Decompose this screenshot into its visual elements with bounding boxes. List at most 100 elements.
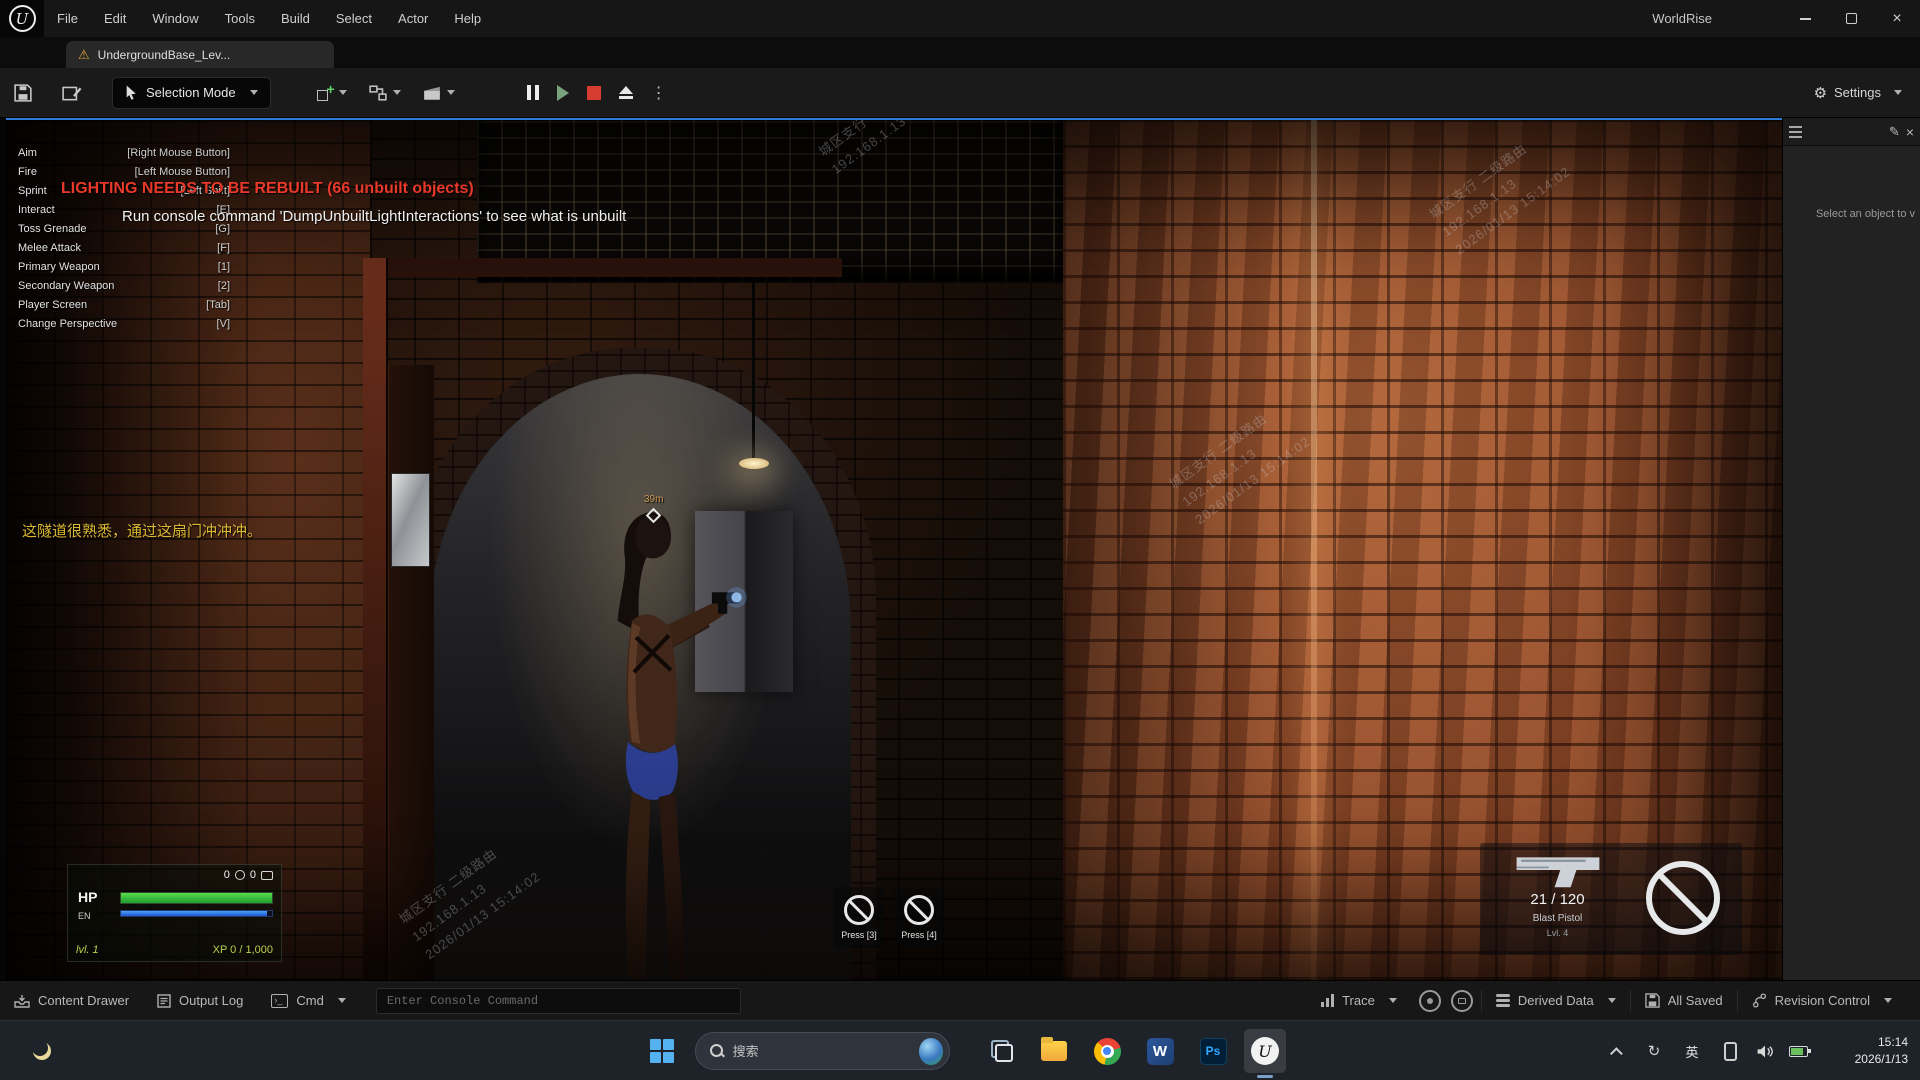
start-button[interactable] xyxy=(648,1037,676,1065)
currency-row: 0 0 xyxy=(224,869,273,881)
taskbar-clock[interactable]: 15:14 2026/1/13 xyxy=(1855,1034,1908,1068)
play-options-button[interactable]: ⋮ xyxy=(651,83,667,103)
tab-underground-base-level[interactable]: ⚠ UndergroundBase_Lev... xyxy=(66,41,334,68)
cinematics-button[interactable] xyxy=(423,85,455,101)
widgets-button[interactable] xyxy=(28,1037,56,1065)
hp-fill xyxy=(121,893,272,903)
slot-3-label: Press [3] xyxy=(841,930,877,940)
insights-buttons xyxy=(1411,981,1481,1020)
play-button[interactable] xyxy=(557,85,569,101)
en-bar xyxy=(120,910,273,917)
slot-4-label: Press [4] xyxy=(901,930,937,940)
clock-date: 2026/1/13 xyxy=(1855,1051,1908,1068)
menu-edit[interactable]: Edit xyxy=(91,0,139,37)
cmd-label: Cmd xyxy=(296,993,323,1008)
blueprints-icon xyxy=(369,85,387,101)
gear-icon: ⚙ xyxy=(1814,84,1827,102)
phone-link-button[interactable] xyxy=(1716,1037,1744,1065)
derived-data-dropdown[interactable]: Derived Data xyxy=(1482,981,1630,1020)
settings-label: Settings xyxy=(1834,85,1881,100)
insights-icon[interactable] xyxy=(1419,990,1441,1012)
output-log-button[interactable]: Output Log xyxy=(143,981,257,1020)
word-icon: W xyxy=(1147,1038,1174,1065)
pause-button[interactable] xyxy=(527,85,539,100)
console-command-input[interactable] xyxy=(376,988,741,1014)
tray-overflow-button[interactable] xyxy=(1604,1037,1632,1065)
menu-build[interactable]: Build xyxy=(268,0,323,37)
chevron-down-icon xyxy=(393,90,401,95)
taskbar-search[interactable] xyxy=(695,1032,950,1070)
tab-label: UndergroundBase_Lev... xyxy=(98,48,231,62)
stop-button[interactable] xyxy=(587,86,601,100)
maximize-button[interactable] xyxy=(1828,0,1874,37)
trace-dropdown[interactable]: Trace xyxy=(1307,981,1411,1020)
add-actor-button[interactable]: + xyxy=(317,85,347,101)
chrome-button[interactable] xyxy=(1093,1037,1121,1065)
asset-tab-bar: ⚠ UndergroundBase_Lev... xyxy=(0,37,1920,68)
window-title: WorldRise xyxy=(1652,11,1712,26)
panel-menu-icon[interactable] xyxy=(1789,126,1802,138)
keybind-row: Player Screen[Tab] xyxy=(18,299,230,311)
unreal-logo[interactable]: U xyxy=(0,0,44,37)
settings-dropdown[interactable]: ⚙ Settings xyxy=(1814,84,1902,102)
eject-icon xyxy=(619,86,633,99)
keybind-row: Fire[Left Mouse Button] xyxy=(18,166,230,178)
objective-text: 这隧道很熟悉，通过这扇门冲冲冲。 xyxy=(22,520,262,541)
menu-file[interactable]: File xyxy=(44,0,91,37)
chevron-down-icon xyxy=(1389,998,1397,1003)
cmd-dropdown[interactable]: ›_ Cmd xyxy=(257,981,359,1020)
revision-control-icon xyxy=(1752,993,1767,1008)
minimize-button[interactable] xyxy=(1782,0,1828,37)
task-view-button[interactable] xyxy=(988,1037,1016,1065)
menu-bar: U File Edit Window Tools Build Select Ac… xyxy=(0,0,1920,37)
pistol-icon xyxy=(1512,849,1604,891)
search-input[interactable] xyxy=(733,1044,909,1059)
menu-help[interactable]: Help xyxy=(441,0,494,37)
sync-tray-button[interactable]: ↻ xyxy=(1640,1037,1668,1065)
language-indicator[interactable]: 英 xyxy=(1678,1037,1706,1065)
weather-widget-icon xyxy=(31,1040,53,1062)
revision-control-dropdown[interactable]: Revision Control xyxy=(1738,981,1906,1020)
hp-bar xyxy=(120,892,273,904)
weapon-panel: 21 / 120 Blast Pistol Lvl. 4 xyxy=(1480,843,1742,955)
search-highlight-icon xyxy=(919,1038,943,1065)
menu-tools[interactable]: Tools xyxy=(212,0,268,37)
all-saved-button[interactable]: All Saved xyxy=(1631,981,1737,1020)
chevron-down-icon xyxy=(1608,998,1616,1003)
windows-logo-icon xyxy=(650,1039,674,1063)
eject-button[interactable] xyxy=(619,86,633,99)
close-button[interactable]: × xyxy=(1874,0,1920,37)
file-explorer-button[interactable] xyxy=(1040,1037,1068,1065)
photoshop-button[interactable]: Ps xyxy=(1199,1037,1227,1065)
door-metal-plate xyxy=(391,473,430,568)
no-weapon-icon xyxy=(904,895,934,925)
menu-window[interactable]: Window xyxy=(139,0,211,37)
details-panel: ✎ × Select an object to v xyxy=(1782,118,1920,980)
chevron-down-icon xyxy=(250,90,258,95)
content-drawer-button[interactable]: Content Drawer xyxy=(0,981,143,1020)
blueprints-button[interactable] xyxy=(369,85,401,101)
menu-actor[interactable]: Actor xyxy=(385,0,441,37)
game-viewport[interactable]: 城区支行 二级路由192.168.1.13 城区支行 二级路由192.168.1… xyxy=(6,118,1782,980)
volume-button[interactable] xyxy=(1750,1037,1778,1065)
chevron-down-icon xyxy=(339,90,347,95)
menu-select[interactable]: Select xyxy=(323,0,385,37)
screenshot-icon[interactable] xyxy=(1451,990,1473,1012)
edit-icon[interactable]: ✎ xyxy=(1889,124,1900,140)
battery-button[interactable] xyxy=(1784,1037,1812,1065)
brick-pillar-highlight xyxy=(1311,120,1317,980)
folder-icon xyxy=(1041,1041,1067,1061)
level-label: lvl. 1 xyxy=(76,944,99,956)
close-panel-icon[interactable]: × xyxy=(1906,124,1914,140)
unreal-taskbar-button[interactable]: U xyxy=(1244,1029,1286,1073)
save-button[interactable] xyxy=(14,84,32,102)
coins-value: 0 xyxy=(224,869,230,881)
photoshop-icon: Ps xyxy=(1200,1038,1227,1065)
selection-mode-dropdown[interactable]: Selection Mode xyxy=(112,77,271,109)
door-lintel xyxy=(363,258,843,277)
weapon-level: Lvl. 4 xyxy=(1480,928,1635,938)
output-log-icon xyxy=(157,994,171,1008)
distance-label: 39m xyxy=(644,494,663,505)
browse-content-button[interactable] xyxy=(62,84,82,102)
word-button[interactable]: W xyxy=(1146,1037,1174,1065)
